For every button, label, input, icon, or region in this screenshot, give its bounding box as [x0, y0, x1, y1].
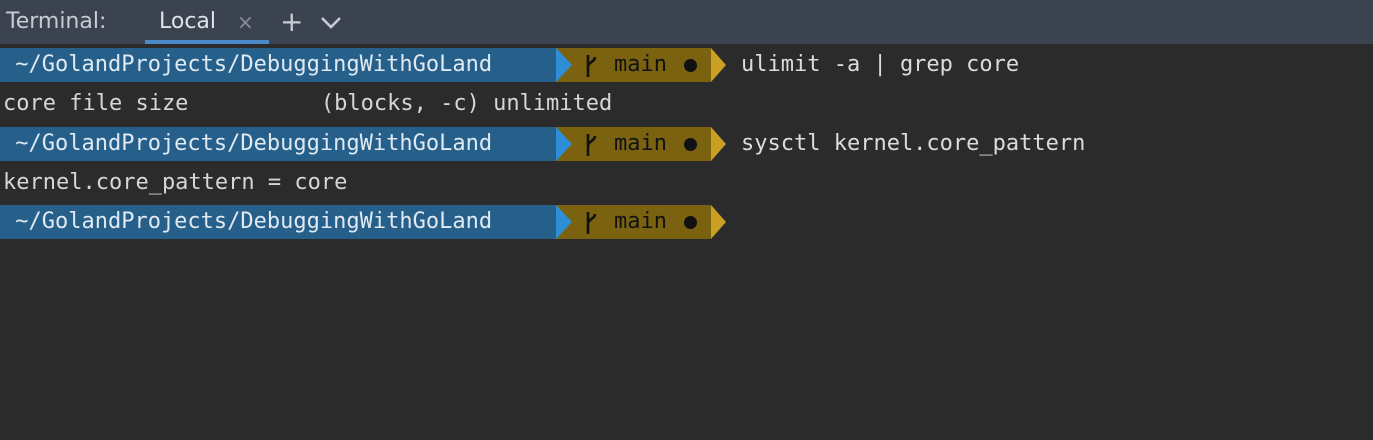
prompt-path: ~/GolandProjects/DebuggingWithGoLand [2, 52, 493, 77]
git-branch-icon [586, 134, 597, 156]
powerline-arrow-icon [711, 205, 726, 239]
prompt-git-segment: main [574, 48, 711, 82]
dirty-indicator [684, 216, 697, 229]
tab-local-label: Local [159, 9, 217, 34]
prompt-git-segment: main [574, 127, 711, 161]
powerline-arrow-icon [556, 48, 574, 82]
terminal-output[interactable]: ~/GolandProjects/DebuggingWithGoLand mai… [0, 44, 1373, 440]
powerline-arrow-icon [711, 48, 726, 82]
terminal-toolbar: Terminal: Local × + [0, 0, 1373, 44]
prompt-path: ~/GolandProjects/DebuggingWithGoLand [2, 209, 493, 234]
command-text: ulimit -a | grep core [741, 52, 1020, 77]
git-branch-name: main [614, 52, 667, 77]
output-line: kernel.core_pattern = core [3, 170, 348, 195]
prompt-path-segment: ~/GolandProjects/DebuggingWithGoLand [0, 127, 556, 161]
terminal-title: Terminal: [6, 9, 107, 34]
output-line: core file size (blocks, -c) unlimited [3, 91, 613, 116]
command-text: sysctl kernel.core_pattern [741, 131, 1086, 156]
prompt-git-segment: main [574, 205, 711, 239]
prompt-path: ~/GolandProjects/DebuggingWithGoLand [2, 131, 493, 156]
powerline-arrow-icon [556, 127, 574, 161]
git-branch-icon [586, 212, 597, 234]
prompt-path-segment: ~/GolandProjects/DebuggingWithGoLand [0, 48, 556, 82]
prompt-path-segment: ~/GolandProjects/DebuggingWithGoLand [0, 205, 556, 239]
close-icon[interactable]: × [237, 0, 254, 44]
prompt-line: ~/GolandProjects/DebuggingWithGoLand mai… [0, 127, 1373, 161]
prompt-line: ~/GolandProjects/DebuggingWithGoLand mai… [0, 205, 1373, 239]
tab-local[interactable]: Local × [145, 0, 269, 44]
powerline-arrow-icon [711, 127, 726, 161]
dirty-indicator [684, 59, 697, 72]
powerline-arrow-icon [556, 205, 574, 239]
chevron-down-icon[interactable] [318, 12, 344, 32]
git-branch-icon [586, 55, 597, 77]
prompt-line: ~/GolandProjects/DebuggingWithGoLand mai… [0, 48, 1373, 82]
git-branch-name: main [614, 209, 667, 234]
dirty-indicator [684, 138, 697, 151]
git-branch-name: main [614, 131, 667, 156]
new-tab-button[interactable]: + [280, 0, 303, 44]
